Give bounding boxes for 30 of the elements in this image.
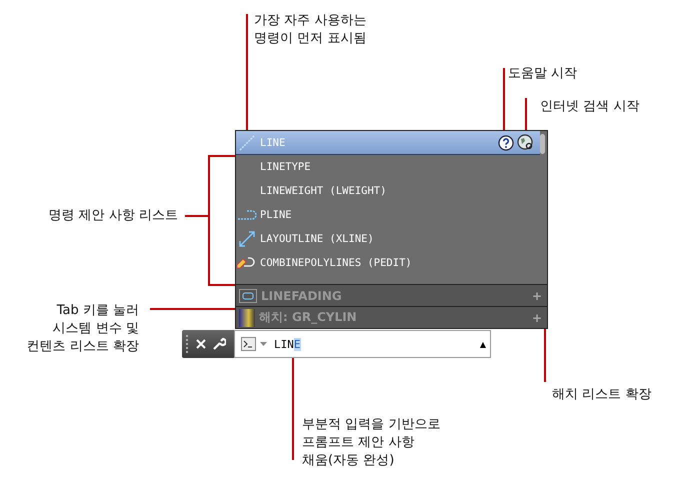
polyline-icon bbox=[237, 208, 257, 222]
callout-label: 부분적 입력을 기반으로 프롬프트 제안 사항 채움(자동 완성) bbox=[302, 416, 440, 470]
help-icon[interactable] bbox=[498, 134, 514, 150]
command-input[interactable]: LINE ▲ bbox=[234, 330, 491, 358]
hatch-swatch-icon bbox=[239, 308, 255, 326]
prompt-icon[interactable] bbox=[241, 337, 256, 351]
callout-label: 인터넷 검색 시작 bbox=[540, 98, 640, 116]
callout-label: 가장 자주 사용하는 명령이 먼저 표시됨 bbox=[254, 12, 366, 48]
variable-icon bbox=[239, 288, 257, 302]
callout-label: Tab 키를 눌러 시스템 변수 및 컨텐츠 리스트 확장 bbox=[26, 302, 139, 356]
suggestion-item[interactable]: LAYOUTLINE (XLINE) bbox=[236, 227, 547, 251]
wrench-icon[interactable] bbox=[212, 337, 226, 351]
callout-label: 도움말 시작 bbox=[508, 65, 578, 83]
close-icon[interactable] bbox=[196, 339, 206, 349]
scrollbar[interactable] bbox=[540, 134, 545, 154]
construction-line-icon bbox=[238, 230, 256, 248]
callout-label: 해치 리스트 확장 bbox=[552, 386, 652, 404]
history-button[interactable]: ▲ bbox=[480, 340, 486, 348]
globe-search-icon[interactable] bbox=[517, 134, 534, 151]
suggestion-item[interactable]: LINEWEIGHT (LWEIGHT) bbox=[236, 179, 547, 203]
command-text: LINE bbox=[274, 338, 300, 350]
category-row[interactable]: 해치: GR_CYLIN + bbox=[236, 306, 547, 328]
dropdown-icon[interactable] bbox=[260, 342, 267, 346]
suggestion-item[interactable]: LINETYPE bbox=[236, 155, 547, 179]
callout-label: 명령 제안 사항 리스트 bbox=[48, 207, 178, 225]
grip-icon[interactable] bbox=[186, 335, 190, 353]
suggestion-item[interactable]: PLINE bbox=[236, 203, 547, 227]
category-row[interactable]: LINEFADING + bbox=[236, 284, 547, 306]
line-icon bbox=[238, 134, 256, 152]
suggestion-item[interactable]: COMBINEPOLYLINES (PEDIT) bbox=[236, 251, 547, 275]
